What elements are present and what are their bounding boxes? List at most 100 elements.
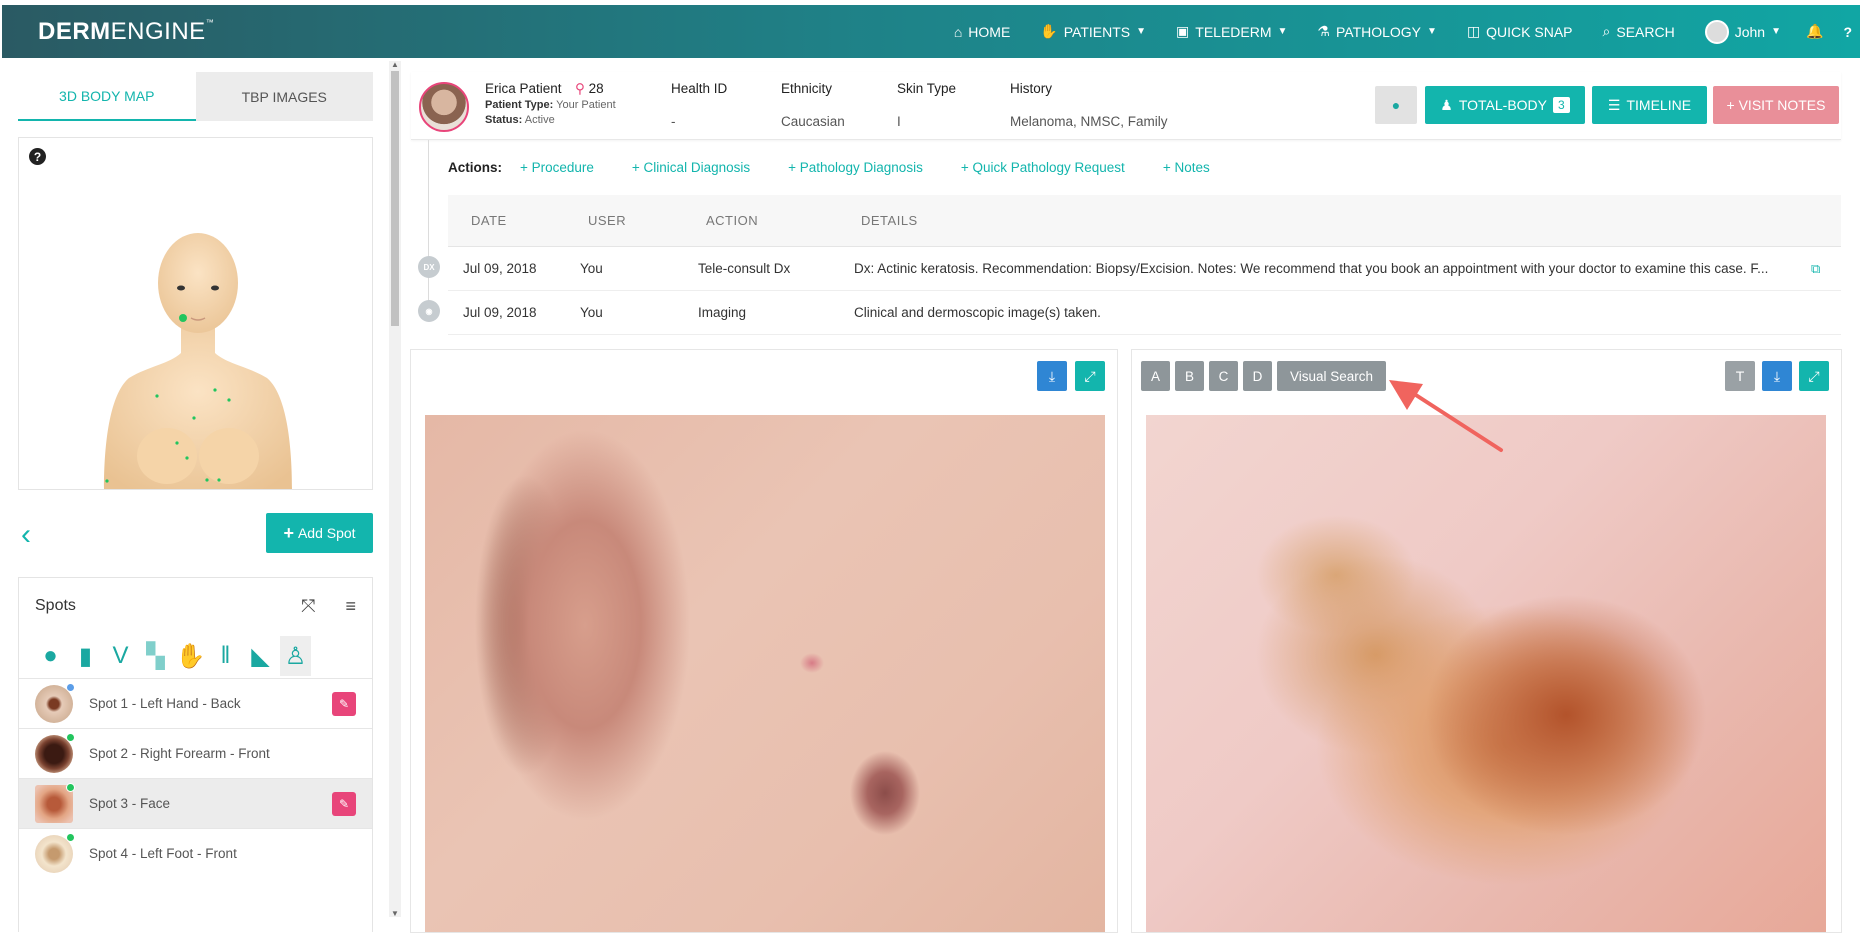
- edit-spot-button[interactable]: ✎: [332, 791, 356, 816]
- tab-tbp-images[interactable]: TBP IMAGES: [195, 72, 373, 121]
- timeline-header: DATE USER ACTION DETAILS: [448, 195, 1841, 247]
- timeline-row[interactable]: Jul 09, 2018 You Tele-consult Dx Dx: Act…: [448, 247, 1841, 291]
- spot-item[interactable]: Spot 2 - Right Forearm - Front: [19, 728, 372, 778]
- image-d-button[interactable]: D: [1243, 361, 1272, 391]
- col-details: DETAILS: [861, 213, 918, 228]
- ethnicity-label: Ethnicity: [781, 81, 833, 96]
- nav-quick-snap[interactable]: ◫ QUICK SNAP: [1452, 23, 1588, 40]
- microscope-icon: ⚗: [1317, 23, 1330, 39]
- nav-user-menu[interactable]: John ▼: [1690, 19, 1796, 44]
- body-icon: ♟: [1440, 96, 1453, 113]
- dermengine-logo[interactable]: DERMENGINE™: [38, 18, 214, 46]
- merge-icon[interactable]: ⤧: [301, 596, 315, 617]
- chevron-down-icon: ▼: [1771, 26, 1781, 37]
- download-button[interactable]: ⤓: [1037, 361, 1067, 391]
- sort-icon[interactable]: ≡: [345, 596, 356, 617]
- female-icon: ⚲: [575, 81, 585, 96]
- hand-region-icon[interactable]: ✋: [175, 636, 206, 676]
- patient-status: Status: Active: [485, 114, 555, 126]
- col-action: ACTION: [706, 213, 759, 228]
- pelvis-region-icon[interactable]: ▚: [140, 636, 171, 676]
- nav-notifications[interactable]: 🔔: [1796, 23, 1833, 40]
- plus-icon: +: [283, 522, 294, 543]
- image-c-button[interactable]: C: [1209, 361, 1238, 391]
- spot-status-dot: [66, 832, 75, 842]
- scroll-down-icon[interactable]: ▼: [391, 909, 399, 918]
- chevron-left-icon[interactable]: ‹: [21, 518, 31, 552]
- nav-home[interactable]: ⌂ HOME: [939, 24, 1025, 40]
- add-notes-link[interactable]: + Notes: [1163, 160, 1210, 175]
- timeline-row[interactable]: Jul 09, 2018 You Imaging Clinical and de…: [448, 291, 1841, 335]
- bell-icon: 🔔: [1806, 23, 1824, 39]
- question-icon[interactable]: ?: [29, 148, 46, 165]
- camera-icon: ◫: [1466, 23, 1481, 39]
- total-body-button[interactable]: ♟ TOTAL-BODY 3: [1425, 86, 1585, 124]
- scroll-up-icon[interactable]: ▲: [391, 60, 399, 69]
- expand-icon: ⤢: [1808, 367, 1820, 384]
- skin-type-label: Skin Type: [897, 81, 957, 96]
- col-date: DATE: [471, 213, 507, 228]
- add-clinical-diagnosis-link[interactable]: + Clinical Diagnosis: [632, 160, 750, 175]
- edit-spot-button[interactable]: ✎: [332, 691, 356, 716]
- left-scrollbar[interactable]: ▲ ▼: [389, 60, 401, 918]
- nav-telederm[interactable]: ▣ TELEDERM ▼: [1161, 23, 1302, 40]
- nav-patients[interactable]: ✋ PATIENTS ▼: [1025, 23, 1161, 40]
- spot-item[interactable]: Spot 4 - Left Foot - Front: [19, 828, 372, 878]
- add-spot-button[interactable]: + Add Spot: [266, 513, 373, 553]
- image-a-button[interactable]: A: [1141, 361, 1170, 391]
- visit-notes-button[interactable]: + VISIT NOTES: [1713, 86, 1839, 124]
- fullscreen-button[interactable]: ⤢: [1799, 361, 1829, 391]
- spot-item[interactable]: Spot 3 - Face ✎: [19, 778, 372, 828]
- patient-name: Erica Patient: [485, 81, 562, 96]
- health-id-value: -: [671, 114, 676, 129]
- top-navbar: DERMENGINE™ ⌂ HOME ✋ PATIENTS ▼ ▣ TELEDE…: [2, 5, 1860, 58]
- body-model[interactable]: [19, 138, 373, 490]
- nav-pathology[interactable]: ⚗ PATHOLOGY ▼: [1302, 23, 1452, 40]
- clinical-image-panel: ⤓ ⤢: [410, 349, 1118, 933]
- add-pathology-diagnosis-link[interactable]: + Pathology Diagnosis: [788, 160, 923, 175]
- annotation-arrow: [1389, 380, 1503, 452]
- spot-status-dot: [66, 782, 75, 792]
- user-avatar: [1704, 19, 1729, 44]
- download-button[interactable]: ⤓: [1762, 361, 1792, 391]
- body-map-3d[interactable]: ?: [18, 137, 373, 490]
- ethnicity-value: Caucasian: [781, 114, 845, 129]
- add-quick-pathology-request-link[interactable]: + Quick Pathology Request: [961, 160, 1125, 175]
- telederm-icon: ▣: [1176, 23, 1190, 39]
- spot-thumbnail: [35, 782, 75, 823]
- nav-help[interactable]: ?: [1833, 24, 1860, 40]
- fullscreen-button[interactable]: ⤢: [1075, 361, 1105, 391]
- dermoscopic-image[interactable]: [1146, 415, 1826, 932]
- head-region-icon[interactable]: ●: [35, 636, 66, 676]
- tab-3d-body-map[interactable]: 3D BODY MAP: [18, 72, 196, 121]
- chevron-down-icon: ▼: [1136, 26, 1147, 37]
- spot-status-dot: [66, 682, 75, 692]
- timeline-button[interactable]: ☰ TIMELINE: [1592, 86, 1707, 124]
- visual-search-button[interactable]: Visual Search: [1277, 361, 1386, 391]
- spot-item[interactable]: Spot 1 - Left Hand - Back ✎: [19, 678, 372, 728]
- full-body-region-icon[interactable]: ♙: [280, 636, 311, 676]
- foot-region-icon[interactable]: ◣: [245, 636, 276, 676]
- patient-profile-button[interactable]: ●: [1375, 86, 1417, 124]
- torso-region-icon[interactable]: ▮: [70, 636, 101, 676]
- image-b-button[interactable]: B: [1175, 361, 1204, 391]
- ruler-icon: T: [1735, 368, 1745, 384]
- health-id-label: Health ID: [671, 81, 728, 96]
- clinical-image[interactable]: [425, 415, 1105, 932]
- timeline-icon: ☰: [1607, 96, 1621, 113]
- scrollbar-thumb[interactable]: [391, 71, 399, 326]
- col-user: USER: [588, 213, 627, 228]
- nav-search[interactable]: ⌕ SEARCH: [1588, 23, 1690, 40]
- legs-region-icon[interactable]: ‖: [210, 636, 241, 676]
- camera-badge-icon: ◉: [418, 300, 440, 322]
- body-region-filter: ● ▮ V ▚ ✋ ‖ ◣ ♙: [19, 634, 372, 678]
- spot-thumbnail: [35, 832, 75, 873]
- actions-label: Actions:: [448, 160, 502, 175]
- patient-avatar: [419, 82, 469, 132]
- arms-region-icon[interactable]: V: [105, 636, 136, 676]
- add-procedure-link[interactable]: + Procedure: [520, 160, 594, 175]
- spots-panel: Spots ⤧ ≡ ● ▮ V ▚ ✋ ‖ ◣ ♙ Spot 1 - Left …: [18, 577, 373, 932]
- ruler-button[interactable]: T: [1725, 361, 1755, 391]
- left-panel: 3D BODY MAP TBP IMAGES ? ‹ + Add Spot Sp…: [18, 72, 373, 932]
- open-details-icon[interactable]: ⧉: [1811, 261, 1820, 277]
